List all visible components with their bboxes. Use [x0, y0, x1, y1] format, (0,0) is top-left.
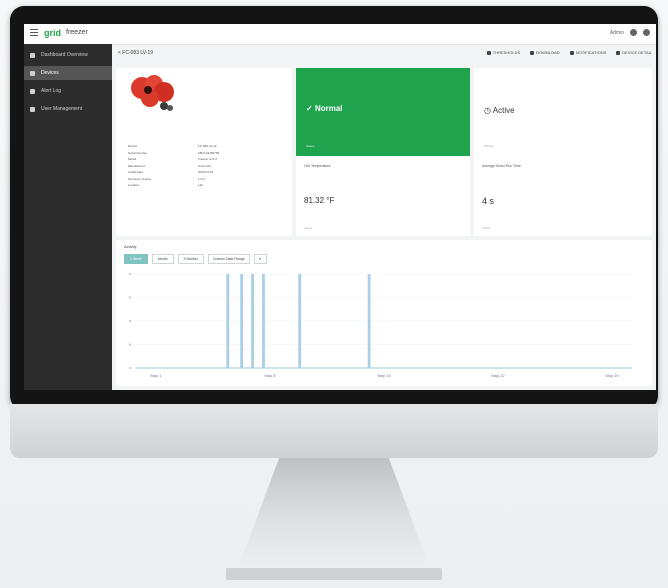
temperature-foot: Latest	[304, 226, 313, 230]
download-button[interactable]: DOWNLOAD	[530, 50, 560, 55]
thresholds-button[interactable]: THRESHOLDS	[486, 50, 520, 55]
runtime-title: Average Motor Run Time	[482, 164, 521, 168]
breadcrumb[interactable]: < FC-083 LV-19	[118, 50, 153, 56]
activity-sub: Activity	[484, 144, 494, 148]
chart-filters: 1 Week Month 3 Months Custom Date Range …	[124, 254, 267, 264]
property-row: Location Lab	[128, 183, 204, 187]
settings-icon	[616, 50, 621, 55]
filter-3-months[interactable]: 3 Months	[177, 254, 204, 264]
x-tick-label: May 29	[605, 373, 619, 378]
status-card: ✓ Normal Status	[296, 68, 470, 156]
runtime-value: 4 s	[482, 196, 495, 206]
screen: grid freezer Admin Dashboard Overview De…	[24, 24, 656, 390]
top-bar: grid freezer Admin	[24, 24, 656, 45]
main-content: < FC-083 LV-19 THRESHOLDS DOWNLOAD NOTIF…	[112, 44, 656, 390]
chart-title: Activity	[124, 244, 137, 249]
activity-chart-panel: Activity 1 Week Month 3 Months Custom Da…	[116, 240, 652, 386]
y-tick	[129, 320, 131, 322]
sidebar-item-dashboard[interactable]: Dashboard Overview	[24, 48, 112, 62]
runtime-card: Average Motor Run Time 4 s Today	[474, 156, 652, 236]
device-icon	[30, 70, 35, 76]
chart-spike-3	[262, 274, 265, 368]
user-icon	[30, 106, 35, 112]
sidebar-item-label: Devices	[41, 70, 59, 76]
clear-range-button[interactable]: ✕	[253, 254, 267, 264]
monitor-chin	[10, 404, 658, 458]
dashboard-icon	[30, 52, 35, 58]
monitor-stand	[236, 458, 432, 574]
temperature-card: Cell Temperature 81.32 °F Latest	[296, 156, 470, 236]
activity-chart: May 1 May 8 May 15 May 22 May 29	[129, 273, 632, 378]
device-info-card: Device FC-083 LV-19 Serial Number ABC12345…	[116, 68, 292, 236]
y-tick	[129, 273, 131, 275]
notifications-button[interactable]: NOTIFICATIONS	[569, 50, 606, 55]
status-sub: Status	[306, 144, 315, 148]
x-tick-label: May 15	[377, 373, 391, 378]
activity-label: ◷ Active	[484, 106, 515, 115]
user-name[interactable]: Admin	[610, 30, 624, 36]
bell-icon	[569, 50, 574, 55]
temperature-title: Cell Temperature	[304, 164, 331, 168]
logo: grid	[44, 28, 61, 38]
sidebar: Dashboard Overview Devices Alert Log Use…	[24, 44, 112, 390]
sidebar-item-label: Dashboard Overview	[41, 52, 88, 58]
download-icon	[530, 50, 535, 55]
chart-spike-1	[240, 274, 244, 368]
chart-spike-4	[298, 274, 302, 368]
sidebar-item-user-management[interactable]: User Management	[24, 102, 112, 116]
profile-icon[interactable]	[643, 29, 650, 36]
status-label: ✓ Normal	[306, 104, 343, 113]
monitor-foot	[226, 568, 442, 580]
device-detail-button[interactable]: DEVICE DETAIL	[616, 50, 652, 55]
sidebar-item-label: User Management	[41, 106, 83, 112]
y-tick	[129, 367, 131, 369]
chart-spike-0	[226, 274, 230, 368]
action-bar: THRESHOLDS DOWNLOAD NOTIFICATIONS DEVICE…	[486, 50, 652, 55]
hamburger-menu-icon[interactable]	[30, 29, 38, 37]
sidebar-item-label: Alert Log	[41, 88, 62, 94]
settings-icon[interactable]	[630, 29, 637, 36]
x-tick-label: May 8	[265, 373, 277, 378]
activity-card: ◷ Active Activity	[474, 68, 652, 157]
x-tick-label: May 1	[151, 373, 163, 378]
sidebar-item-alert-log[interactable]: Alert Log	[24, 84, 112, 98]
device-image	[131, 75, 174, 111]
chart-spike-2	[251, 274, 254, 368]
alert-icon	[30, 88, 35, 94]
filter-month[interactable]: Month	[151, 254, 174, 264]
sidebar-item-devices[interactable]: Devices	[24, 66, 112, 80]
filter-1-week[interactable]: 1 Week	[124, 254, 148, 264]
y-tick	[129, 296, 131, 299]
x-tick-label: May 22	[491, 373, 505, 378]
brand-name: freezer	[66, 29, 88, 36]
y-tick	[129, 343, 131, 346]
chart-spike-5	[367, 274, 371, 368]
date-range-picker[interactable]: Custom Date Range	[207, 254, 250, 264]
device-properties: Device FC-083 LV-19 Serial Number ABC12345…	[128, 144, 288, 190]
temperature-value: 81.32 °F	[304, 196, 335, 205]
threshold-icon	[486, 50, 491, 55]
runtime-foot: Today	[482, 226, 491, 230]
